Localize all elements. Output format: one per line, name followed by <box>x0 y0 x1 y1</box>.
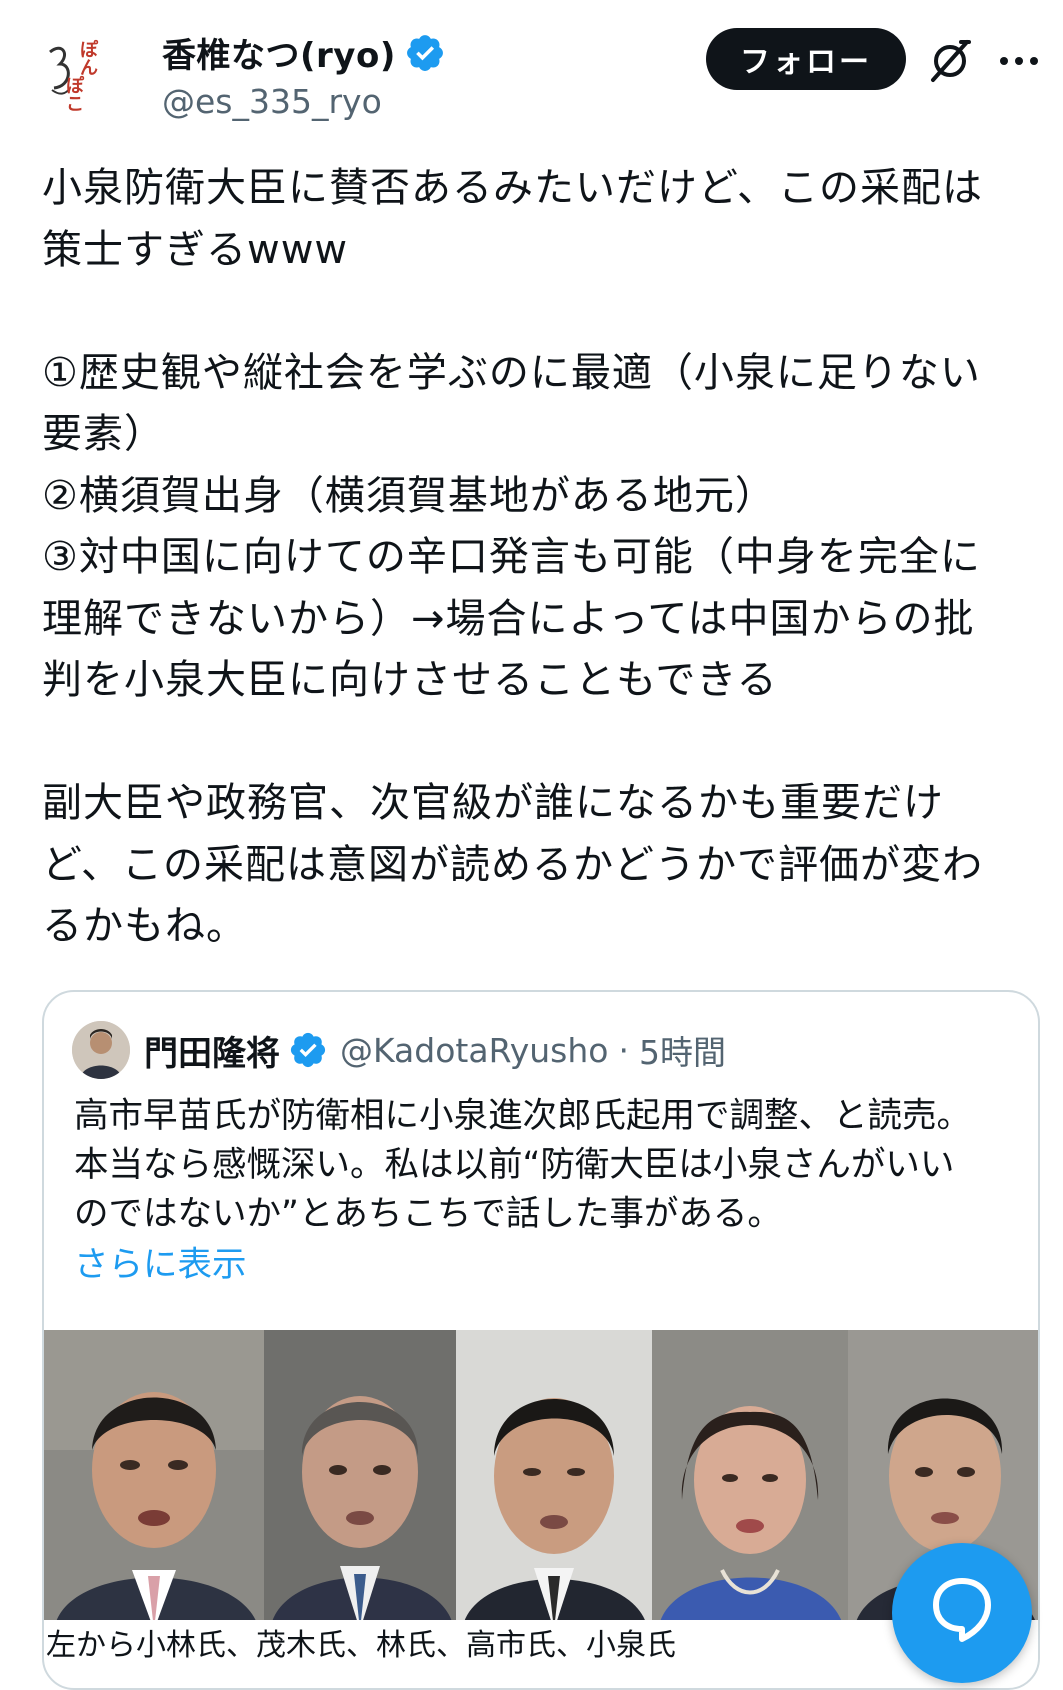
show-more-link[interactable]: さらに表示 <box>74 1236 247 1286</box>
tweet-header: ぽ ん ぽ こ 香椎なつ(ryo) @es_335_ryo フォロー <box>0 0 1063 140</box>
author-avatar[interactable]: ぽ ん ぽ こ <box>36 30 124 118</box>
follow-button[interactable]: フォロー <box>706 28 906 90</box>
quoted-handle[interactable]: @KadotaRyusho <box>340 1031 608 1070</box>
author-display-name[interactable]: 香椎なつ(ryo) <box>162 28 396 77</box>
tweet-paragraph: 副大臣や政務官、次官級が誰になるかも重要だけ ど、この采配は意図が読めるかどうか… <box>42 780 983 949</box>
verified-badge-icon <box>290 1032 326 1068</box>
quoted-text: 高市早苗氏が防衛相に小泉進次郎氏起用で調整、と読売。 本当なら感慨深い。私は以前… <box>74 1096 971 1234</box>
photo-person-2 <box>264 1330 456 1630</box>
separator-dot: · <box>618 1030 629 1070</box>
author-name-row[interactable]: 香椎なつ(ryo) <box>162 28 446 77</box>
tweet-paragraph: ①歴史観や縦社会を学ぶのに最適（小泉に足りない 要素） ②横須賀出身（横須賀基地… <box>42 349 981 704</box>
more-options-icon[interactable] <box>996 38 1042 84</box>
quoted-media[interactable] <box>44 1330 1038 1630</box>
verified-badge-icon <box>406 34 443 71</box>
quoted-timestamp[interactable]: 5時間 <box>639 1026 726 1074</box>
quoted-header: 門田隆将 @KadotaRyusho · 5時間 <box>72 1020 726 1080</box>
quoted-avatar[interactable] <box>72 1021 130 1079</box>
photo-person-1 <box>44 1330 264 1630</box>
reply-fab[interactable] <box>892 1543 1032 1683</box>
photo-person-3 <box>456 1330 652 1630</box>
photo-person-4 <box>652 1330 848 1630</box>
quoted-tweet[interactable]: 門田隆将 @KadotaRyusho · 5時間 高市早苗氏が防衛相に小泉進次郎… <box>42 990 1040 1690</box>
tweet-body: 小泉防衛大臣に賛否あるみたいだけど、この采配は 策士すぎるwww ①歴史観や縦社… <box>42 158 1032 958</box>
media-caption: 左から小林氏、茂木氏、林氏、高市氏、小泉氏 <box>44 1620 1038 1660</box>
tweet-paragraph: 小泉防衛大臣に賛否あるみたいだけど、この采配は 策士すぎるwww <box>42 165 983 273</box>
svg-text:こ: こ <box>66 94 84 115</box>
author-handle[interactable]: @es_335_ryo <box>162 82 382 121</box>
compose-reply-icon <box>933 1578 991 1642</box>
quoted-display-name[interactable]: 門田隆将 <box>144 1026 280 1075</box>
grok-icon[interactable] <box>925 36 975 86</box>
